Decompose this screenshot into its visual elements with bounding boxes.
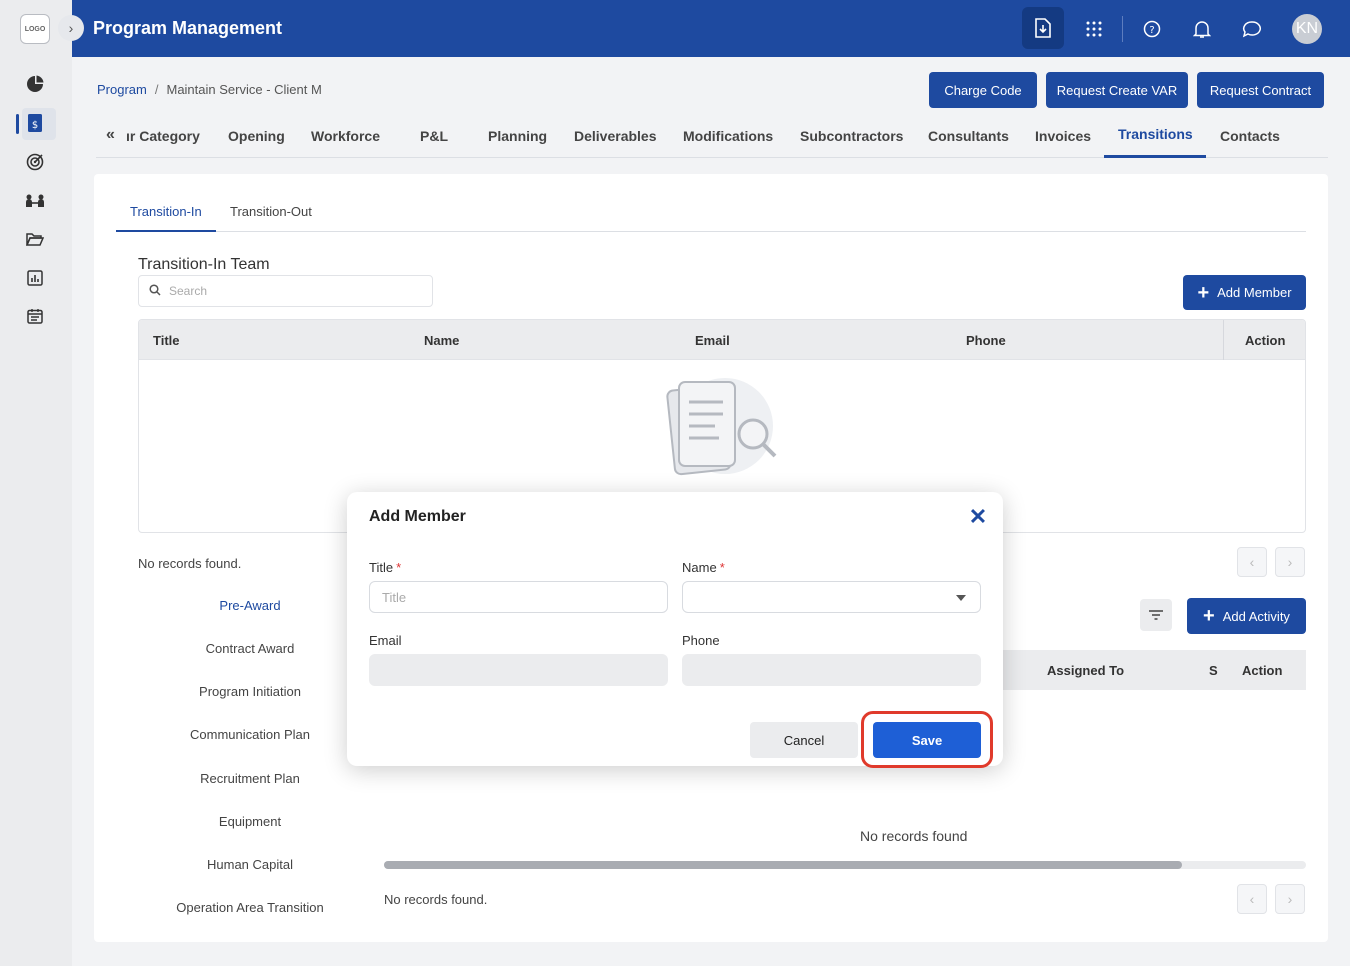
title-field-label: Title *	[369, 560, 401, 575]
title-field[interactable]: Title	[369, 581, 668, 613]
dialog-title: Add Member	[369, 508, 466, 525]
phone-field-label: Phone	[682, 633, 720, 648]
email-field-label: Email	[369, 633, 402, 648]
close-icon[interactable]: ✕	[967, 506, 989, 528]
save-button-highlight	[861, 711, 993, 768]
title-label-text: Title	[369, 560, 394, 575]
chevron-down-icon	[956, 595, 966, 601]
required-marker: *	[719, 560, 725, 575]
name-select[interactable]	[682, 581, 981, 613]
required-marker: *	[396, 560, 402, 575]
name-label-text: Name	[682, 560, 717, 575]
name-field-label: Name *	[682, 560, 725, 575]
phone-field	[682, 654, 981, 686]
email-field	[369, 654, 668, 686]
cancel-button[interactable]: Cancel	[750, 722, 858, 758]
modal-overlay	[0, 0, 1350, 966]
